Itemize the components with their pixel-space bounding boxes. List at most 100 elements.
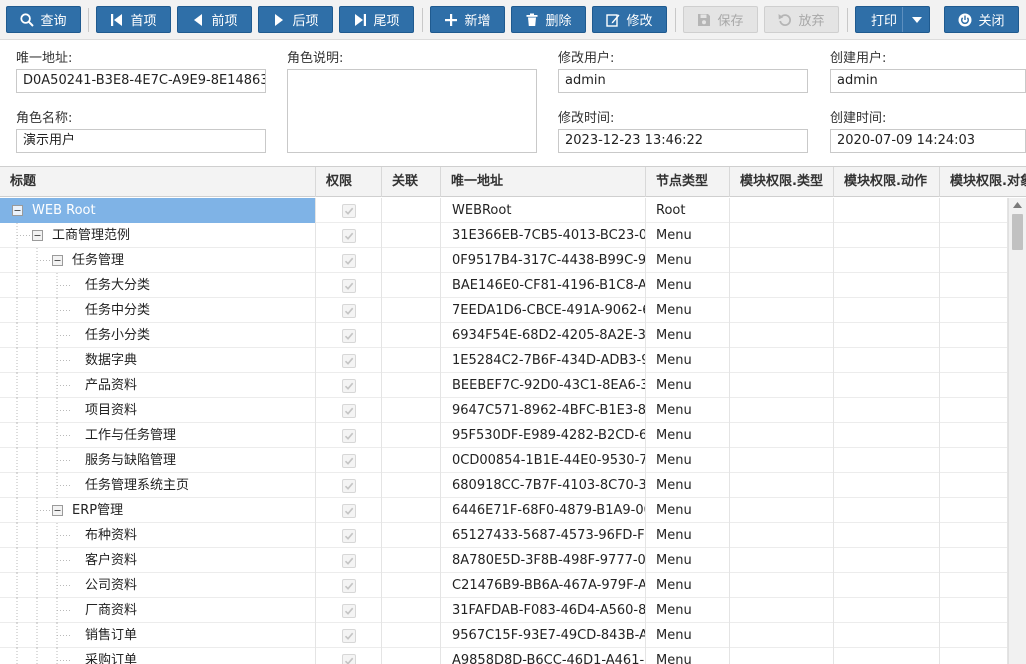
close-button[interactable]: 关闭 — [944, 6, 1019, 33]
tree-title-cell[interactable]: 数据字典 — [0, 348, 316, 373]
column-header-module-type[interactable]: 模块权限.类型 — [730, 167, 834, 197]
tree-title-cell[interactable]: 任务中分类 — [0, 298, 316, 323]
tree-row[interactable]: 任务中分类 7EEDA1D6-CBCE-491A-9062-61 Menu — [0, 298, 1008, 323]
column-header-module-object[interactable]: 模块权限.对象 — [940, 167, 1026, 197]
tree-title-cell[interactable]: ERP管理 — [0, 498, 316, 523]
delete-button[interactable]: 删除 — [511, 6, 586, 33]
permission-checkbox[interactable] — [341, 603, 356, 618]
tree-row[interactable]: WEB Root WEBRoot Root — [0, 198, 1008, 223]
permission-checkbox[interactable] — [341, 628, 356, 643]
tree-row[interactable]: 工商管理范例 31E366EB-7CB5-4013-BC23-09E Menu — [0, 223, 1008, 248]
role-description-field[interactable] — [287, 69, 537, 153]
permission-checkbox[interactable] — [341, 253, 356, 268]
permission-checkbox[interactable] — [341, 478, 356, 493]
tree-row[interactable]: 数据字典 1E5284C2-7B6F-434D-ADB3-98 Menu — [0, 348, 1008, 373]
scroll-up-arrow-icon[interactable] — [1009, 198, 1026, 212]
tree-title-cell[interactable]: 服务与缺陷管理 — [0, 448, 316, 473]
tree-title-cell[interactable]: 任务管理 — [0, 248, 316, 273]
column-header-node-type[interactable]: 节点类型 — [646, 167, 730, 197]
role-name-field[interactable]: 演示用户 — [16, 129, 266, 153]
tree-row[interactable]: 工作与任务管理 95F530DF-E989-4282-B2CD-615 Menu — [0, 423, 1008, 448]
checkmark-icon — [344, 582, 353, 590]
add-button[interactable]: 新增 — [430, 6, 505, 33]
collapse-toggle-icon[interactable] — [32, 230, 43, 241]
tree-row[interactable]: 任务管理系统主页 680918CC-7B7F-4103-8C70-368 Menu — [0, 473, 1008, 498]
permission-checkbox[interactable] — [341, 503, 356, 518]
permission-checkbox[interactable] — [341, 428, 356, 443]
tree-row[interactable]: 客户资料 8A780E5D-3F8B-498F-9777-093 Menu — [0, 548, 1008, 573]
created-time-field[interactable]: 2020-07-09 14:24:03 — [830, 129, 1026, 153]
checkmark-icon — [344, 657, 353, 664]
tree-title-cell[interactable]: 任务大分类 — [0, 273, 316, 298]
permission-cell — [316, 323, 382, 348]
column-header-module-action[interactable]: 模块权限.动作 — [834, 167, 940, 197]
next-record-button[interactable]: 后项 — [258, 6, 333, 33]
column-header-permission[interactable]: 权限 — [316, 167, 382, 197]
print-button[interactable]: 打印 — [855, 6, 930, 33]
column-header-unique-address[interactable]: 唯一地址 — [441, 167, 646, 197]
node-type-cell: Menu — [646, 598, 730, 623]
tree-title-cell[interactable]: 公司资料 — [0, 573, 316, 598]
collapse-toggle-icon[interactable] — [52, 255, 63, 266]
first-record-button[interactable]: 首项 — [96, 6, 171, 33]
tree-title-cell[interactable]: 任务管理系统主页 — [0, 473, 316, 498]
column-header-relation[interactable]: 关联 — [382, 167, 441, 197]
chevron-down-icon[interactable] — [912, 17, 922, 23]
discard-button[interactable]: 放弃 — [764, 6, 839, 33]
permission-checkbox[interactable] — [341, 653, 356, 664]
edit-button[interactable]: 修改 — [592, 6, 667, 33]
tree-node-label: 服务与缺陷管理 — [85, 453, 177, 468]
modified-time-field[interactable]: 2023-12-23 13:46:22 — [558, 129, 808, 153]
tree-title-cell[interactable]: WEB Root — [0, 198, 316, 223]
tree-title-cell[interactable]: 布种资料 — [0, 523, 316, 548]
tree-title-cell[interactable]: 产品资料 — [0, 373, 316, 398]
save-button[interactable]: 保存 — [683, 6, 758, 33]
permission-tree-grid: 标题 权限 关联 唯一地址 节点类型 模块权限.类型 模块权限.动作 模块权限.… — [0, 166, 1026, 664]
permission-checkbox[interactable] — [341, 353, 356, 368]
previous-record-button[interactable]: 前项 — [177, 6, 252, 33]
tree-title-cell[interactable]: 任务小分类 — [0, 323, 316, 348]
tree-title-cell[interactable]: 工作与任务管理 — [0, 423, 316, 448]
tree-row[interactable]: 产品资料 BEEBEF7C-92D0-43C1-8EA6-31 Menu — [0, 373, 1008, 398]
tree-row[interactable]: 采购订单 A9858D8D-B6CC-46D1-A461-04 Menu — [0, 648, 1008, 664]
tree-row[interactable]: 任务小分类 6934F54E-68D2-4205-8A2E-34A Menu — [0, 323, 1008, 348]
tree-row[interactable]: ERP管理 6446E71F-68F0-4879-B1A9-004 Menu — [0, 498, 1008, 523]
permission-checkbox[interactable] — [341, 528, 356, 543]
collapse-toggle-icon[interactable] — [12, 205, 23, 216]
created-by-field[interactable]: admin — [830, 69, 1026, 93]
tree-row[interactable]: 任务管理 0F9517B4-317C-4438-B99C-9A2 Menu — [0, 248, 1008, 273]
tree-row[interactable]: 任务大分类 BAE146E0-CF81-4196-B1C8-AE Menu — [0, 273, 1008, 298]
modified-by-field[interactable]: admin — [558, 69, 808, 93]
tree-row[interactable]: 服务与缺陷管理 0CD00854-1B1E-44E0-9530-7F7 Menu — [0, 448, 1008, 473]
module-type-cell — [730, 448, 834, 473]
permission-checkbox[interactable] — [341, 453, 356, 468]
tree-row[interactable]: 厂商资料 31FAFDAB-F083-46D4-A560-89E Menu — [0, 598, 1008, 623]
tree-row[interactable]: 布种资料 65127433-5687-4573-96FD-F673Menu — [0, 523, 1008, 548]
permission-checkbox[interactable] — [341, 378, 356, 393]
tree-row[interactable]: 公司资料 C21476B9-BB6A-467A-979F-A56 Menu — [0, 573, 1008, 598]
permission-checkbox[interactable] — [341, 228, 356, 243]
tree-title-cell[interactable]: 厂商资料 — [0, 598, 316, 623]
permission-checkbox[interactable] — [341, 578, 356, 593]
permission-checkbox[interactable] — [341, 403, 356, 418]
column-header-title[interactable]: 标题 — [0, 167, 316, 197]
tree-row[interactable]: 销售订单 9567C15F-93E7-49CD-843B-AFI Menu — [0, 623, 1008, 648]
last-record-button[interactable]: 尾项 — [339, 6, 414, 33]
tree-title-cell[interactable]: 客户资料 — [0, 548, 316, 573]
permission-checkbox[interactable] — [341, 553, 356, 568]
tree-title-cell[interactable]: 销售订单 — [0, 623, 316, 648]
collapse-toggle-icon[interactable] — [52, 505, 63, 516]
tree-title-cell[interactable]: 采购订单 — [0, 648, 316, 664]
search-button[interactable]: 查询 — [6, 6, 81, 33]
tree-row[interactable]: 项目资料 9647C571-8962-4BFC-B1E3-840 Menu — [0, 398, 1008, 423]
tree-title-cell[interactable]: 项目资料 — [0, 398, 316, 423]
unique-address-field[interactable]: D0A50241-B3E8-4E7C-A9E9-8E14863A — [16, 69, 266, 93]
scrollbar-thumb[interactable] — [1012, 214, 1023, 250]
module-object-cell — [940, 398, 1008, 423]
tree-title-cell[interactable]: 工商管理范例 — [0, 223, 316, 248]
permission-checkbox[interactable] — [341, 328, 356, 343]
permission-checkbox[interactable] — [341, 278, 356, 293]
permission-checkbox[interactable] — [341, 203, 356, 218]
vertical-scrollbar[interactable] — [1008, 198, 1026, 664]
permission-checkbox[interactable] — [341, 303, 356, 318]
